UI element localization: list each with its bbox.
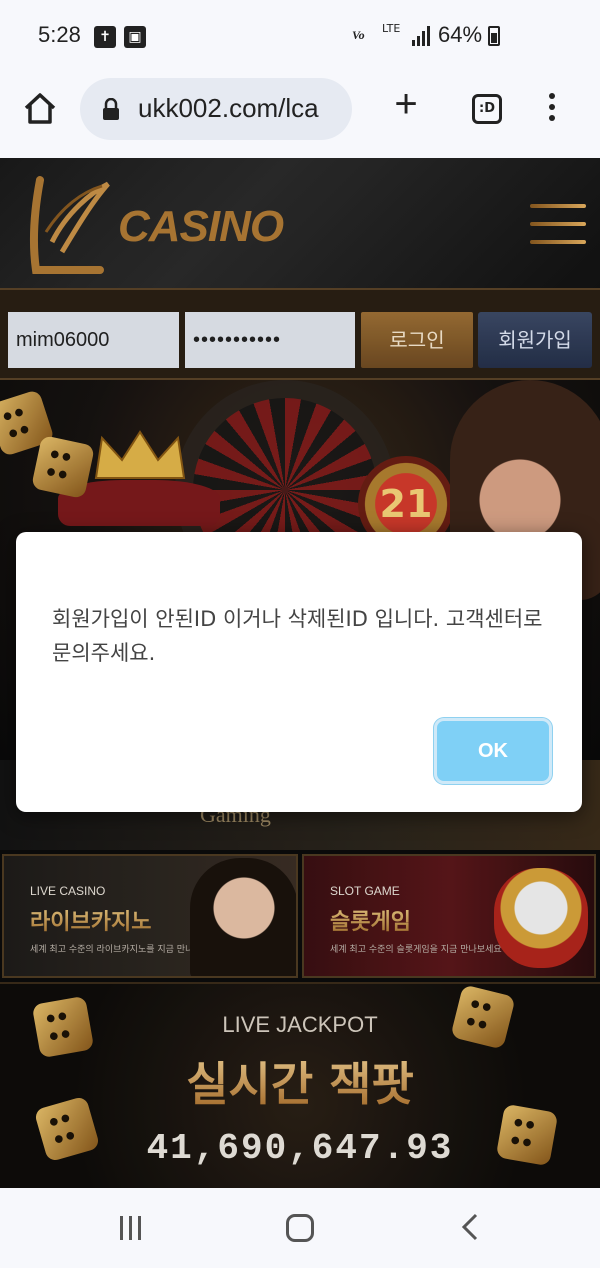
- address-bar[interactable]: ukk002.com/lca: [80, 78, 352, 140]
- battery-icon: [488, 26, 500, 46]
- alert-dialog: 회원가입이 안된ID 이거나 삭제된ID 입니다. 고객센터로 문의주세요. O…: [16, 532, 582, 812]
- status-bar: 5:28 ✝ ▣ Vo LTE 64%: [0, 0, 600, 72]
- image-icon: ▣: [124, 26, 146, 48]
- new-tab-button[interactable]: +: [388, 84, 424, 124]
- more-vert-icon[interactable]: [544, 90, 560, 126]
- url-text[interactable]: ukk002.com/lca: [138, 93, 319, 124]
- home-icon[interactable]: [20, 88, 60, 128]
- lock-icon: [103, 98, 119, 120]
- back-icon[interactable]: [458, 1212, 482, 1242]
- dialog-message: 회원가입이 안된ID 이거나 삭제된ID 입니다. 고객센터로 문의주세요.: [52, 607, 543, 665]
- cross-icon: ✝: [94, 26, 116, 48]
- tabs-icon[interactable]: :D: [472, 94, 502, 124]
- lte-label: LTE: [382, 22, 401, 35]
- plus-icon: +: [394, 82, 418, 126]
- ok-button[interactable]: OK: [434, 718, 552, 784]
- signal-icon: [412, 26, 430, 46]
- network-label: Vo: [352, 28, 365, 42]
- battery-percent: 64%: [438, 22, 483, 47]
- browser-toolbar: ukk002.com/lca + :D: [0, 72, 600, 158]
- nav-home-icon[interactable]: [286, 1214, 314, 1242]
- recent-apps-icon[interactable]: [120, 1216, 148, 1240]
- system-nav-bar: [0, 1188, 600, 1268]
- status-time: 5:28: [38, 22, 81, 47]
